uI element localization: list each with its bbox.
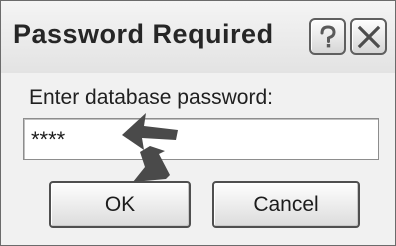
close-button[interactable] <box>350 18 387 55</box>
close-x-icon <box>357 25 381 49</box>
ok-button[interactable]: OK <box>49 181 191 228</box>
help-button[interactable] <box>309 18 346 55</box>
title-bar: Password Required <box>1 1 395 73</box>
dialog-title: Password Required <box>13 19 274 49</box>
cancel-button[interactable]: Cancel <box>212 181 360 228</box>
password-input-value: **** <box>31 127 66 152</box>
password-prompt-label: Enter database password: <box>29 86 273 109</box>
question-mark-icon <box>316 24 340 50</box>
password-input[interactable]: **** <box>23 118 379 160</box>
password-required-dialog: Password Required Enter database passwor… <box>0 0 396 246</box>
